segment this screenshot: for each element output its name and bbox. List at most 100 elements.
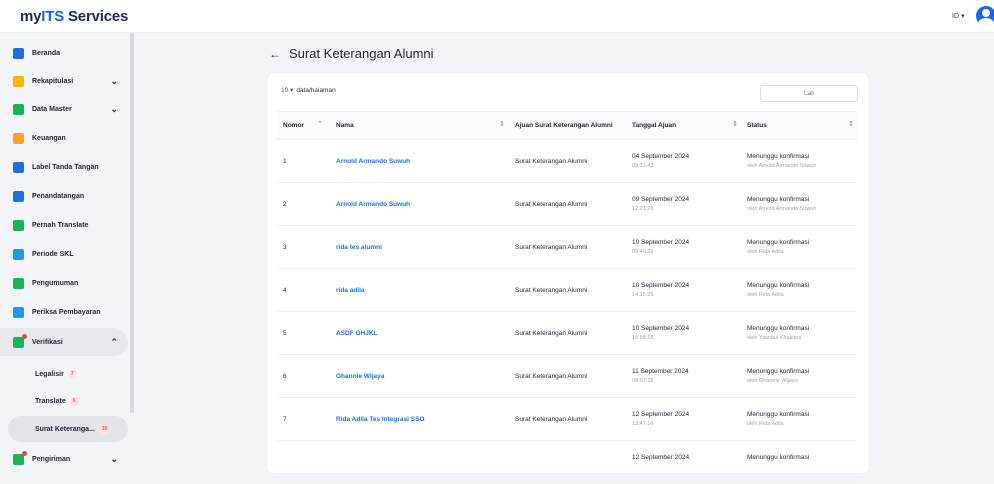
- row-time: 13:47:16: [632, 421, 654, 427]
- row-date: 10 September 2024: [632, 282, 690, 289]
- sidebar-item-beranda[interactable]: Beranda: [0, 39, 128, 67]
- back-arrow-icon[interactable]: ←: [269, 47, 281, 61]
- row-name-link[interactable]: rida tes alumni: [336, 244, 382, 251]
- header-status[interactable]: Status: [747, 122, 767, 129]
- row-date: 10 September 2024: [632, 325, 690, 332]
- row-request-type: Surat Keterangan Alumni: [515, 416, 588, 423]
- table-row[interactable]: 1 Arnold Armando Suwuh Surat Keterangan Al…: [277, 140, 857, 183]
- sidebar-item-label: Pengumuman: [32, 279, 79, 287]
- sidebar-subitem-translate[interactable]: Translate 6: [0, 388, 128, 414]
- row-status-by: oleh Rida Adila: [747, 292, 784, 298]
- row-name-link[interactable]: Arnold Armando Suwuh: [336, 158, 410, 165]
- sidebar-item-data-master[interactable]: Data Master ⌄: [0, 95, 128, 123]
- logo-services: Services: [64, 8, 129, 25]
- table-row[interactable]: 3 rida tes alumni Surat Keterangan Alumni 1…: [277, 226, 857, 269]
- sidebar-item-label: Rekapitulasi: [32, 77, 74, 85]
- row-time: 09:31:43: [632, 163, 654, 169]
- sidebar-item-pengumuman[interactable]: Pengumuman: [0, 269, 128, 297]
- notification-dot: [22, 333, 27, 339]
- header-ajuan[interactable]: Ajuan Surat Keterangan Alumni: [515, 122, 613, 129]
- sidebar-item-rekapitulasi[interactable]: Rekapitulasi ⌄: [0, 67, 128, 95]
- row-name-link[interactable]: rida adila: [336, 287, 365, 294]
- row-number: 1: [283, 158, 287, 165]
- row-request-type: Surat Keterangan Alumni: [515, 158, 588, 165]
- sidebar-item-periode-skl[interactable]: Periode SKL: [0, 240, 128, 268]
- table-row[interactable]: 4 rida adila Surat Keterangan Alumni 10 Sep…: [277, 269, 857, 312]
- table-row[interactable]: 6 Ghannie Wijaya Surat Keterangan Alumni 11…: [277, 355, 857, 398]
- payment-icon: [13, 306, 24, 318]
- sidebar-item-pengiriman[interactable]: Pengiriman ⌄: [0, 445, 128, 473]
- row-status: Menunggu konfirmasi: [747, 411, 810, 418]
- header-nama[interactable]: Nama: [336, 122, 354, 129]
- row-name-link[interactable]: Rida Adila Tes Integrasi SSO: [336, 416, 425, 423]
- chevron-down-icon[interactable]: ⌄: [110, 454, 118, 465]
- page-header: ← Surat Keterangan Alumni: [269, 46, 434, 61]
- delivery-icon: [13, 450, 27, 465]
- row-status: Menunggu konfirmasi: [747, 368, 810, 375]
- page-size-select[interactable]: 10 ▾: [281, 86, 293, 94]
- table-row[interactable]: 2 Arnold Armando Suwuh Surat Keterangan Al…: [277, 183, 857, 226]
- row-time: 09:40:29: [632, 249, 654, 255]
- row-date: 09 September 2024: [632, 196, 690, 203]
- table-row[interactable]: 12 September 2024 Menunggu konfirmasi: [277, 441, 857, 484]
- pen-icon: [13, 161, 24, 173]
- translate-icon: [13, 219, 24, 231]
- sidebar-subitem-surat-keterangan[interactable]: Surat Keteranga... 30: [8, 416, 128, 442]
- sidebar-scrollbar[interactable]: [130, 33, 134, 413]
- sidebar-item-label: Verifikasi: [32, 338, 63, 346]
- sidebar-item-label: Periksa Pembayaran: [32, 308, 101, 316]
- language-selector[interactable]: ID ▾: [952, 12, 964, 20]
- sidebar-subitem-label: Translate: [35, 397, 66, 405]
- table-row[interactable]: 5 ASDF GHJKL Surat Keterangan Alumni 10 Sep…: [277, 312, 857, 355]
- sort-asc-icon[interactable]: ⌃: [317, 120, 323, 128]
- sidebar-item-periksa-pembayaran[interactable]: Periksa Pembayaran: [0, 298, 128, 326]
- app-logo[interactable]: myITS Services: [20, 8, 128, 25]
- row-name-link[interactable]: Arnold Armando Suwuh: [336, 201, 410, 208]
- row-number: 4: [283, 287, 287, 294]
- row-request-type: Surat Keterangan Alumni: [515, 330, 588, 337]
- sidebar-item-keuangan[interactable]: Keuangan: [0, 124, 128, 152]
- row-status: Menunggu konfirmasi: [747, 454, 810, 461]
- chevron-up-icon[interactable]: ⌃: [110, 337, 118, 348]
- row-request-type: Surat Keterangan Alumni: [515, 201, 588, 208]
- home-icon: [13, 47, 24, 59]
- row-status-by: oleh Rida Adila: [747, 421, 784, 427]
- row-status: Menunggu konfirmasi: [747, 239, 810, 246]
- search-input[interactable]: [760, 85, 858, 102]
- sort-icon[interactable]: ⇕: [848, 120, 854, 128]
- header-nomor[interactable]: Nomor: [283, 122, 304, 129]
- verify-icon: [13, 333, 27, 348]
- header-tanggal[interactable]: Tanggal Ajuan: [632, 122, 676, 129]
- sort-icon[interactable]: ⇕: [499, 120, 505, 128]
- sidebar-subitem-legalisir[interactable]: Legalisir 7: [0, 361, 128, 387]
- page-size-label: data/halaman: [296, 86, 336, 94]
- sidebar-item-pernah-translate[interactable]: Pernah Translate: [0, 211, 128, 239]
- row-date: 11 September 2024: [632, 368, 689, 375]
- chevron-down-icon[interactable]: ⌄: [110, 104, 118, 115]
- sidebar-subitem-label: Surat Keteranga...: [35, 425, 95, 433]
- row-name-link[interactable]: ASDF GHJKL: [336, 330, 378, 337]
- sidebar-item-label: Periode SKL: [32, 250, 74, 258]
- row-status-by: oleh Arnold Armando Suwuh: [747, 163, 817, 169]
- sidebar-item-penandatangan[interactable]: Penandatangan: [0, 182, 128, 210]
- row-status: Menunggu konfirmasi: [747, 153, 810, 160]
- chevron-down-icon[interactable]: ⌄: [110, 76, 118, 87]
- row-request-type: Surat Keterangan Alumni: [515, 287, 588, 294]
- sort-icon[interactable]: ⇕: [732, 120, 738, 128]
- row-date: 04 September 2024: [632, 153, 690, 160]
- sidebar-item-label: Pengiriman: [32, 455, 71, 463]
- row-time: 08:07:28: [632, 378, 654, 384]
- sidebar-item-label: Pernah Translate: [32, 221, 89, 229]
- megaphone-icon: [13, 277, 24, 289]
- row-status: Menunggu konfirmasi: [747, 282, 810, 289]
- sidebar-item-label-tanda-tangan[interactable]: Label Tanda Tangan: [0, 153, 128, 181]
- row-date: 12 September 2024: [632, 411, 690, 418]
- row-name-link[interactable]: Ghannie Wijaya: [336, 373, 384, 380]
- row-number: 2: [283, 201, 287, 208]
- chart-icon: [13, 75, 24, 87]
- sidebar-item-verifikasi[interactable]: Verifikasi ⌃: [0, 328, 128, 356]
- user-avatar-icon[interactable]: [976, 6, 994, 26]
- wallet-icon: [13, 132, 24, 144]
- row-number: 5: [283, 330, 287, 337]
- table-row[interactable]: 7 Rida Adila Tes Integrasi SSO Surat Keter…: [277, 398, 857, 441]
